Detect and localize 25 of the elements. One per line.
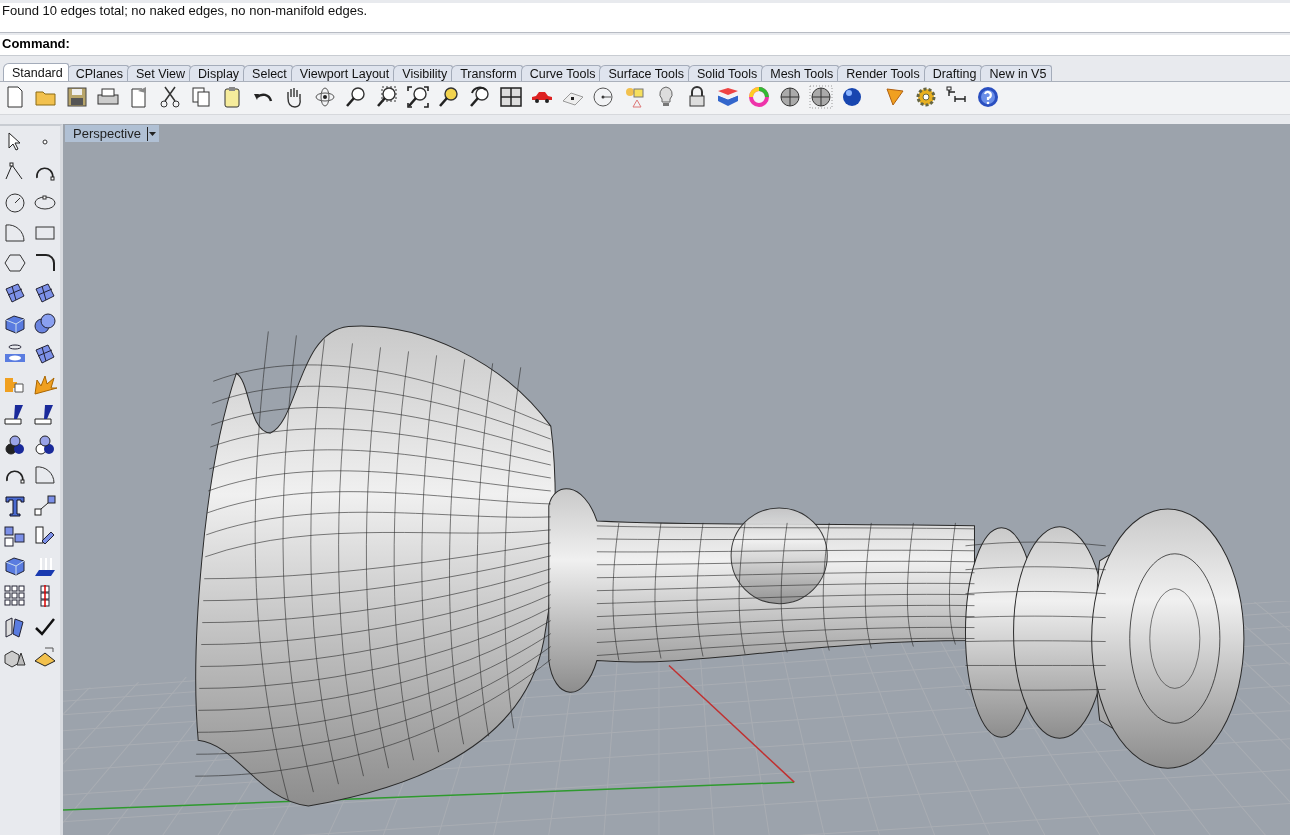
toolbar-tab[interactable]: Transform [451, 65, 523, 81]
toolbar-tab[interactable]: Surface Tools [599, 65, 690, 81]
toolbar-tab[interactable]: New in V5 [980, 65, 1053, 81]
toolbar-tab[interactable]: Visibility [393, 65, 454, 81]
toolbar-tab[interactable]: Curve Tools [520, 65, 602, 81]
toolbar-tab[interactable]: Solid Tools [688, 65, 764, 81]
text-icon[interactable] [2, 493, 28, 520]
toolbar-tab[interactable]: Standard [3, 63, 69, 81]
dropdown-icon[interactable] [146, 126, 156, 141]
viewport-title: Perspective [73, 126, 141, 141]
sphere-grid-icon[interactable] [809, 85, 833, 111]
toolbar-tab[interactable]: Set View [127, 65, 192, 81]
toolbar-tab[interactable]: Select [243, 65, 293, 81]
scissors-icon[interactable] [158, 85, 182, 111]
toolbar-tab[interactable]: Viewport Layout [290, 65, 396, 81]
toolbar-tab[interactable]: Mesh Tools [761, 65, 840, 81]
viewport-title-tab[interactable]: Perspective [65, 125, 159, 142]
blocks-icon[interactable] [2, 523, 28, 550]
toolbar-tab[interactable]: CPlanes [66, 65, 129, 81]
command-history-text: Found 10 edges total; no naked edges, no non-manifold edges. [2, 3, 367, 18]
toolbar-tab[interactable]: Drafting [923, 65, 983, 81]
zoom-extents-icon[interactable] [406, 85, 430, 111]
toolbar-tab[interactable]: Display [189, 65, 246, 81]
perspective-viewport[interactable]: Perspective [63, 124, 1290, 835]
toolbar-tab[interactable]: Render Tools [837, 65, 926, 81]
